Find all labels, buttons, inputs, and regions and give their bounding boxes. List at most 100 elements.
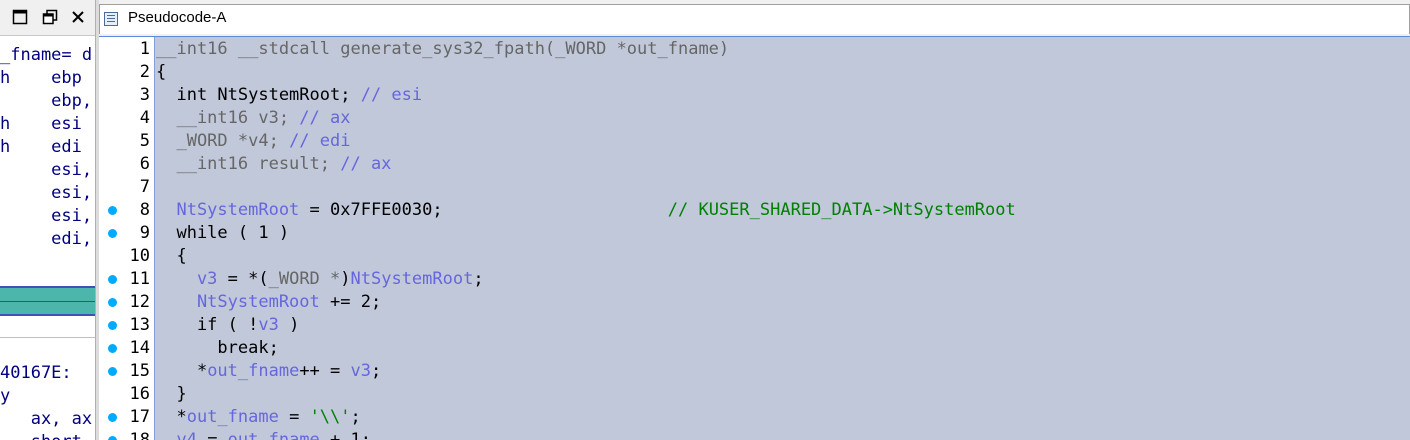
- code-token: __int16 result;: [156, 154, 341, 174]
- line-number: 12: [129, 292, 150, 312]
- tab-strip: Pseudocode-A: [99, 0, 1410, 36]
- code-token: + 1;: [319, 430, 371, 440]
- tab-pseudocode-a[interactable]: Pseudocode-A: [99, 4, 1410, 34]
- code-line[interactable]: 17 *out_fname = '\\';: [99, 406, 1410, 429]
- code-line[interactable]: 14 break;: [99, 337, 1410, 360]
- line-number: 6: [139, 154, 150, 174]
- asm-line[interactable]: 40167E:: [0, 362, 72, 385]
- code-text[interactable]: NtSystemRoot += 2;: [156, 291, 381, 314]
- code-text[interactable]: break;: [156, 337, 278, 360]
- code-line[interactable]: 10 {: [99, 245, 1410, 268]
- minimize-icon[interactable]: [11, 8, 29, 26]
- code-line[interactable]: 11 v3 = *(_WORD *)NtSystemRoot;: [99, 268, 1410, 291]
- code-line[interactable]: 6 __int16 result; // ax: [99, 153, 1410, 176]
- line-number: 7: [139, 177, 150, 197]
- code-token: ): [340, 269, 351, 289]
- code-token: // ax: [299, 108, 351, 128]
- line-number: 16: [129, 384, 150, 404]
- code-token: }: [156, 384, 187, 404]
- code-text[interactable]: v4 = out_fname + 1;: [156, 429, 371, 440]
- code-line[interactable]: 13 if ( !v3 ): [99, 314, 1410, 337]
- code-text[interactable]: {: [156, 245, 186, 268]
- asm-line[interactable]: edi,: [0, 228, 92, 251]
- line-number: 17: [129, 407, 150, 427]
- code-text[interactable]: *out_fname = '\\';: [156, 406, 360, 429]
- code-line[interactable]: 12 NtSystemRoot += 2;: [99, 291, 1410, 314]
- line-number: 5: [139, 131, 150, 151]
- code-token: // esi: [360, 85, 423, 105]
- code-text[interactable]: __int16 __stdcall generate_sys32_fpath(_…: [156, 38, 729, 61]
- status-strip: [0, 318, 95, 338]
- code-token: out_fname: [186, 407, 279, 427]
- code-text[interactable]: if ( !v3 ): [156, 314, 299, 337]
- code-token: ;: [473, 269, 484, 289]
- code-line[interactable]: 16 }: [99, 383, 1410, 406]
- code-token: v3: [258, 315, 279, 335]
- asm-line[interactable]: ebp,: [0, 90, 92, 113]
- code-text[interactable]: {: [156, 61, 166, 84]
- code-line[interactable]: 1 __int16 __stdcall generate_sys32_fpath(…: [99, 38, 1410, 61]
- line-number: 1: [139, 39, 150, 59]
- restore-icon[interactable]: [41, 8, 59, 26]
- asm-line[interactable]: h esi: [0, 113, 82, 136]
- asm-line[interactable]: _fname= d: [0, 44, 92, 67]
- code-token: = *(: [217, 269, 269, 289]
- code-text[interactable]: NtSystemRoot = 0x7FFE0030; // KUSER_SHAR…: [156, 199, 1015, 222]
- code-token: =: [196, 430, 228, 440]
- line-number: 4: [139, 108, 150, 128]
- graph-overview-bar: [0, 286, 95, 316]
- code-line[interactable]: 18 v4 = out_fname + 1;: [99, 429, 1410, 440]
- disassembly-lower-listing[interactable]: 40167E:y ax, ax short: [0, 338, 95, 440]
- asm-line[interactable]: short: [0, 431, 82, 440]
- close-icon[interactable]: [69, 8, 87, 26]
- code-token: '\\': [309, 407, 351, 427]
- line-number: 13: [129, 315, 150, 335]
- code-token: = 0x7FFE0030;: [299, 200, 443, 220]
- line-number: 2: [139, 62, 150, 82]
- code-line[interactable]: 9 while ( 1 ): [99, 222, 1410, 245]
- code-token: *: [156, 361, 208, 381]
- code-text[interactable]: v3 = *(_WORD *)NtSystemRoot;: [156, 268, 484, 291]
- code-line[interactable]: 2{: [99, 61, 1410, 84]
- code-text[interactable]: *out_fname++ = v3;: [156, 360, 381, 383]
- code-text[interactable]: while ( 1 ): [156, 222, 289, 245]
- asm-line[interactable]: ax, ax: [0, 408, 92, 431]
- left-titlebar: [0, 0, 95, 36]
- code-text[interactable]: int NtSystemRoot; // esi: [156, 84, 422, 107]
- code-text[interactable]: __int16 v3; // ax: [156, 107, 350, 130]
- disassembly-listing[interactable]: _fname= dh ebp ebp, h esi h edi esi, esi, …: [0, 40, 95, 285]
- code-token: __int16 __stdcall generate_sys32_fpath(_…: [156, 39, 730, 59]
- code-token: _WORD *v4;: [156, 131, 290, 151]
- code-line[interactable]: 15 *out_fname++ = v3;: [99, 360, 1410, 383]
- code-token: v4: [156, 430, 197, 440]
- code-line[interactable]: 8 NtSystemRoot = 0x7FFE0030; // KUSER_SH…: [99, 199, 1410, 222]
- line-number: 10: [129, 246, 150, 266]
- line-number: 18: [129, 430, 150, 440]
- code-text[interactable]: _WORD *v4; // edi: [156, 130, 350, 153]
- asm-line[interactable]: y: [0, 385, 10, 408]
- asm-line[interactable]: esi,: [0, 205, 92, 228]
- code-text[interactable]: __int16 result; // ax: [156, 153, 391, 176]
- disassembly-pane[interactable]: _fname= dh ebp ebp, h esi h edi esi, esi, …: [0, 0, 95, 440]
- code-line[interactable]: 5 _WORD *v4; // edi: [99, 130, 1410, 153]
- asm-line[interactable]: h edi: [0, 136, 82, 159]
- asm-line[interactable]: esi,: [0, 159, 92, 182]
- line-number: 11: [129, 269, 150, 289]
- code-token: while ( 1 ): [156, 223, 290, 243]
- code-line[interactable]: 7: [99, 176, 1410, 199]
- code-token: // edi: [289, 131, 351, 151]
- code-token: __int16 v3;: [156, 108, 300, 128]
- code-token: out_fname: [207, 361, 300, 381]
- line-number: 15: [129, 361, 150, 381]
- code-token: += 2;: [319, 292, 382, 312]
- code-line[interactable]: 4 __int16 v3; // ax: [99, 107, 1410, 130]
- code-token: {: [156, 62, 167, 82]
- code-token: // ax: [340, 154, 392, 174]
- code-line[interactable]: 3 int NtSystemRoot; // esi: [99, 84, 1410, 107]
- pseudocode-view[interactable]: 1 __int16 __stdcall generate_sys32_fpath(…: [99, 36, 1410, 440]
- code-text[interactable]: }: [156, 383, 187, 406]
- code-token: v3: [156, 269, 218, 289]
- asm-line[interactable]: esi,: [0, 182, 92, 205]
- code-token: NtSystemRoot: [350, 269, 474, 289]
- asm-line[interactable]: h ebp: [0, 67, 82, 90]
